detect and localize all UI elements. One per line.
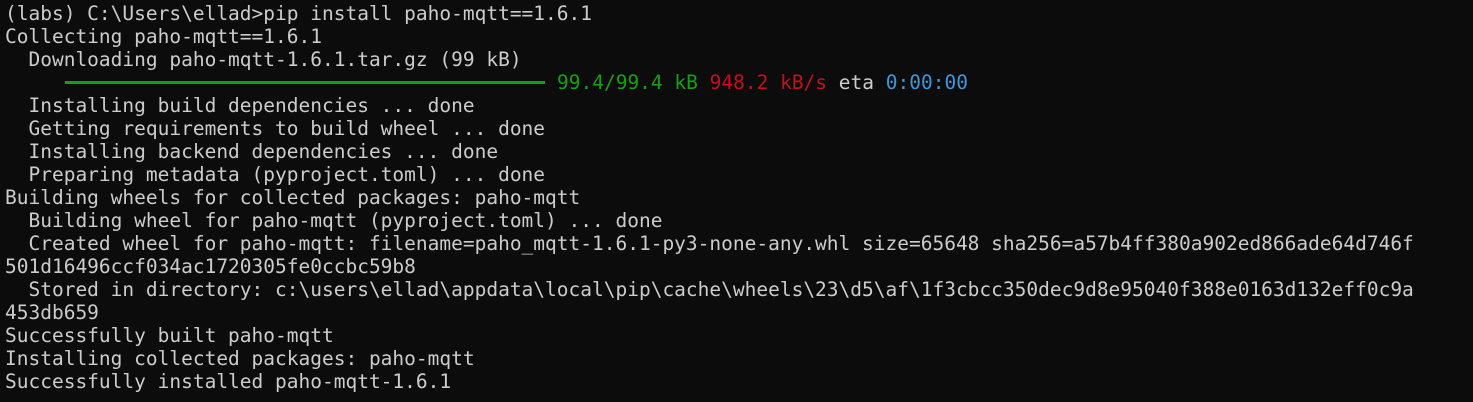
download-speed: 948.2 kB/s [709,71,828,94]
download-progress-line: 99.4/99.4 kB 948.2 kB/s eta 0:00:00 [5,71,1473,94]
eta-label: eta [838,71,875,94]
output-line: Getting requirements to build wheel ... … [5,117,546,140]
output-line: Installing build dependencies ... done [5,94,475,117]
output-line: 501d16496ccf034ac1720305fe0ccbc59b8 [5,255,416,278]
output-line: Installing backend dependencies ... done [5,140,499,163]
output-line: 453db659 [5,301,99,324]
output-line: Stored in directory: c:\users\ellad\appd… [5,278,1414,301]
terminal-window[interactable]: (labs) C:\Users\ellad>pip install paho-m… [0,0,1473,402]
download-progress-bar [65,81,545,84]
output-line: Downloading paho-mqtt-1.6.1.tar.gz (99 k… [5,48,522,71]
output-line: Building wheels for collected packages: … [5,186,581,209]
output-line: Installing collected packages: paho-mqtt [5,347,475,370]
output-line: Building wheel for paho-mqtt (pyproject.… [5,209,663,232]
output-line: Successfully built paho-mqtt [5,324,334,347]
eta-value: 0:00:00 [885,71,968,94]
output-line: Preparing metadata (pyproject.toml) ... … [5,163,546,186]
output-line: Collecting paho-mqtt==1.6.1 [5,25,322,48]
output-line: Created wheel for paho-mqtt: filename=pa… [5,232,1414,255]
download-size: 99.4/99.4 kB [557,71,698,94]
output-line: Successfully installed paho-mqtt-1.6.1 [5,370,452,393]
command-line: (labs) C:\Users\ellad>pip install paho-m… [5,2,592,25]
